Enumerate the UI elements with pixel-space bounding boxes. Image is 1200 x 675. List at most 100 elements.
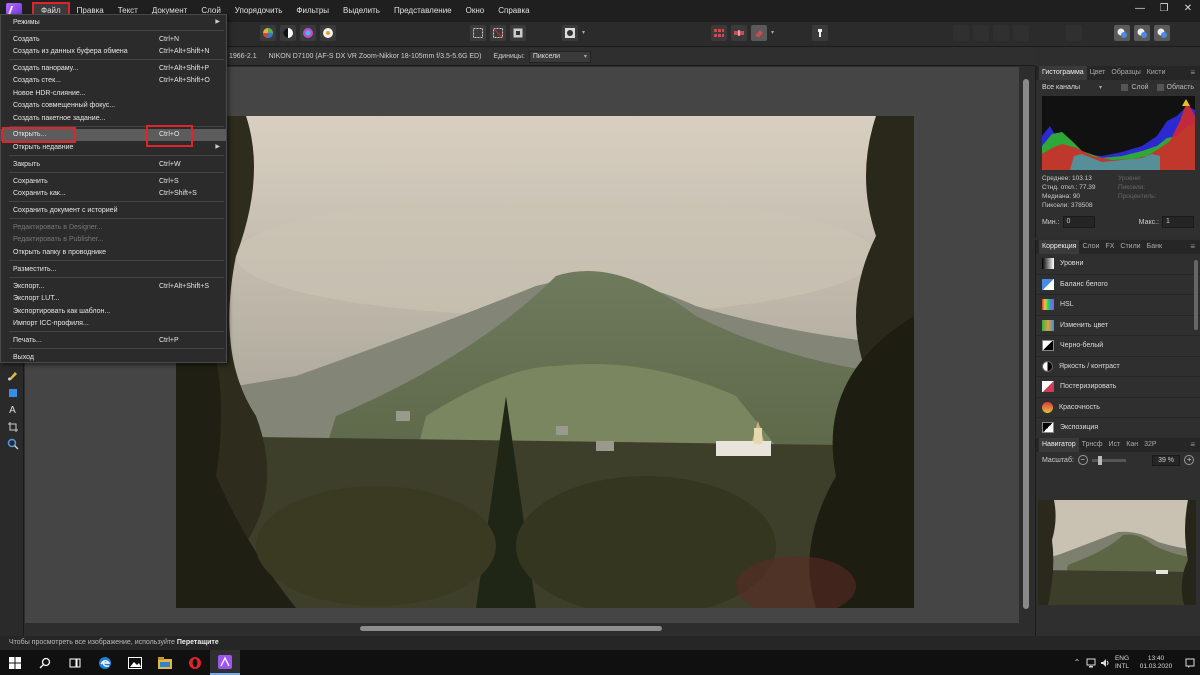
vertical-scrollbar[interactable]	[1019, 67, 1033, 623]
menu-item-new-batch-job[interactable]: Создать пакетное задание...	[1, 113, 226, 124]
menu-help[interactable]: Справка	[491, 2, 536, 20]
quick-mask-icon[interactable]	[562, 25, 578, 41]
tab-swatches[interactable]: Образцы	[1108, 66, 1143, 80]
align-icon[interactable]	[1066, 25, 1082, 41]
adjustment-scrollbar[interactable]	[1194, 260, 1198, 330]
min-input[interactable]: 0	[1062, 216, 1095, 228]
navigator-preview[interactable]	[1038, 500, 1196, 605]
affinity-photo-taskbar-icon[interactable]	[210, 650, 240, 675]
minimize-icon[interactable]: —	[1128, 0, 1152, 18]
split-view-icon[interactable]	[731, 25, 747, 41]
deselect-icon[interactable]	[490, 25, 506, 41]
menu-item-export-lut[interactable]: Экспорт LUT...	[1, 293, 226, 304]
channel-select[interactable]: Все каналы	[1042, 84, 1102, 91]
menu-item-export[interactable]: Экспорт... Ctrl+Alt+Shift+S	[1, 281, 226, 292]
adjustment-hsl[interactable]: HSL	[1036, 295, 1200, 316]
panel-menu-icon[interactable]: ≡	[1190, 66, 1195, 80]
menu-filters[interactable]: Фильтры	[289, 2, 336, 20]
menu-item-save-as[interactable]: Сохранить как... Ctrl+Shift+S	[1, 188, 226, 199]
chevron-up-icon[interactable]: ⌃	[1070, 650, 1084, 675]
invert-selection-icon[interactable]	[510, 25, 526, 41]
tab-brushes[interactable]: Кисти	[1144, 66, 1169, 80]
area-checkbox[interactable]: Область	[1156, 83, 1194, 91]
edge-browser-icon[interactable]	[90, 650, 120, 675]
marquee-select-icon[interactable]	[470, 25, 486, 41]
rectangle-tool-icon[interactable]	[6, 386, 19, 399]
color-wheel-icon[interactable]	[260, 25, 276, 41]
opera-browser-icon[interactable]	[180, 650, 210, 675]
notification-center-icon[interactable]	[1180, 650, 1200, 675]
text-tool-icon[interactable]: A	[6, 404, 19, 417]
chevron-down-icon[interactable]: ▾	[582, 25, 590, 41]
crop-tool-icon[interactable]	[6, 420, 19, 433]
adjustment-white-balance[interactable]: Баланс белого	[1036, 275, 1200, 295]
menu-item-export-as-template[interactable]: Экспортировать как шаблон...	[1, 306, 226, 317]
horizontal-scrollbar[interactable]	[25, 623, 1033, 634]
panel-menu-icon[interactable]: ≡	[1190, 438, 1195, 452]
menu-item-new-panorama[interactable]: Создать панораму... Ctrl+Alt+Shift+P	[1, 63, 226, 74]
menu-select[interactable]: Выделить	[336, 2, 387, 20]
document-photo[interactable]	[176, 116, 914, 608]
zoom-in-icon[interactable]: +	[1184, 455, 1194, 465]
zoom-out-icon[interactable]: −	[1077, 455, 1088, 465]
menu-item-new-hdr-merge[interactable]: Новое HDR-слияние...	[1, 88, 226, 99]
close-icon[interactable]: ✕	[1176, 0, 1200, 18]
chevron-down-icon[interactable]: ▾	[771, 25, 779, 41]
add-shape-icon[interactable]	[1114, 25, 1130, 41]
eraser-tool-icon[interactable]	[751, 25, 767, 41]
adjustment-replace-color[interactable]: Изменить цвет	[1036, 316, 1200, 336]
menu-view[interactable]: Представление	[387, 2, 459, 20]
menu-item-save[interactable]: Сохранить Ctrl+S	[1, 176, 226, 187]
tab-stock[interactable]: Банк	[1144, 240, 1165, 254]
restore-icon[interactable]: ❐	[1152, 0, 1176, 18]
adjustment-brightness-contrast[interactable]: Яркость / контраст	[1036, 357, 1200, 377]
menu-item-new-from-clipboard[interactable]: Создать из данных буфера обмена Ctrl+Alt+…	[1, 46, 226, 57]
menu-item-new-focus-merge[interactable]: Создать совмещенный фокус...	[1, 100, 226, 111]
task-view-icon[interactable]	[60, 650, 90, 675]
tab-navigator[interactable]: Навигатор	[1039, 438, 1079, 452]
intersect-shape-icon[interactable]	[1154, 25, 1170, 41]
grid-icon[interactable]	[711, 25, 727, 41]
menu-item-place[interactable]: Разместить...	[1, 264, 226, 275]
menu-window[interactable]: Окно	[459, 2, 492, 20]
tab-transform[interactable]: Трнсф	[1079, 438, 1106, 452]
menu-arrange[interactable]: Упорядочить	[228, 2, 290, 20]
arrange-front-icon[interactable]	[1013, 25, 1029, 41]
menu-item-import-icc-profile[interactable]: Импорт ICC-профиля...	[1, 318, 226, 329]
horizontal-scroll-thumb[interactable]	[360, 626, 662, 631]
adjustment-black-white[interactable]: Черно-белый	[1036, 336, 1200, 357]
arrange-back-icon[interactable]	[953, 25, 969, 41]
tab-color[interactable]: Цвет	[1087, 66, 1109, 80]
tab-layers[interactable]: Слои	[1079, 240, 1102, 254]
layer-checkbox[interactable]: Слой	[1121, 83, 1149, 91]
vertical-scroll-thumb[interactable]	[1023, 79, 1029, 609]
volume-icon[interactable]	[1098, 650, 1112, 675]
adjustment-exposure[interactable]: Экспозиция	[1036, 418, 1200, 439]
network-icon[interactable]	[1084, 650, 1098, 675]
units-select[interactable]: Пиксели	[528, 50, 591, 63]
paint-brush-tool-icon[interactable]	[6, 368, 19, 381]
menu-item-modes[interactable]: Режимы ▶	[1, 17, 226, 28]
zoom-slider[interactable]	[1091, 455, 1126, 465]
menu-item-open-in-explorer[interactable]: Открыть папку в проводнике	[1, 247, 226, 258]
menu-item-close[interactable]: Закрыть Ctrl+W	[1, 159, 226, 170]
tab-adjustment[interactable]: Коррекция	[1039, 240, 1080, 254]
subtract-shape-icon[interactable]	[1134, 25, 1150, 41]
adjustment-vibrance[interactable]: Красочность	[1036, 398, 1200, 418]
contrast-icon[interactable]	[280, 25, 296, 41]
menu-item-save-with-history[interactable]: Сохранить документ с историей	[1, 205, 226, 216]
file-explorer-icon[interactable]	[150, 650, 180, 675]
arrange-forward-icon[interactable]	[993, 25, 1009, 41]
menu-item-print[interactable]: Печать... Ctrl+P	[1, 335, 226, 346]
panel-menu-icon[interactable]: ≡	[1190, 240, 1195, 254]
adjustment-posterize[interactable]: Постеризировать	[1036, 377, 1200, 398]
tab-fx[interactable]: FX	[1102, 240, 1117, 254]
assistant-icon[interactable]	[812, 25, 828, 41]
windows-start-icon[interactable]	[0, 650, 30, 675]
search-icon[interactable]	[30, 650, 60, 675]
menu-item-new[interactable]: Создать Ctrl+N	[1, 34, 226, 45]
max-input[interactable]: 1	[1162, 216, 1194, 228]
tab-history[interactable]: Ист	[1106, 438, 1124, 452]
white-balance-icon[interactable]	[320, 25, 336, 41]
tab-histogram[interactable]: Гистограмма	[1039, 66, 1087, 80]
